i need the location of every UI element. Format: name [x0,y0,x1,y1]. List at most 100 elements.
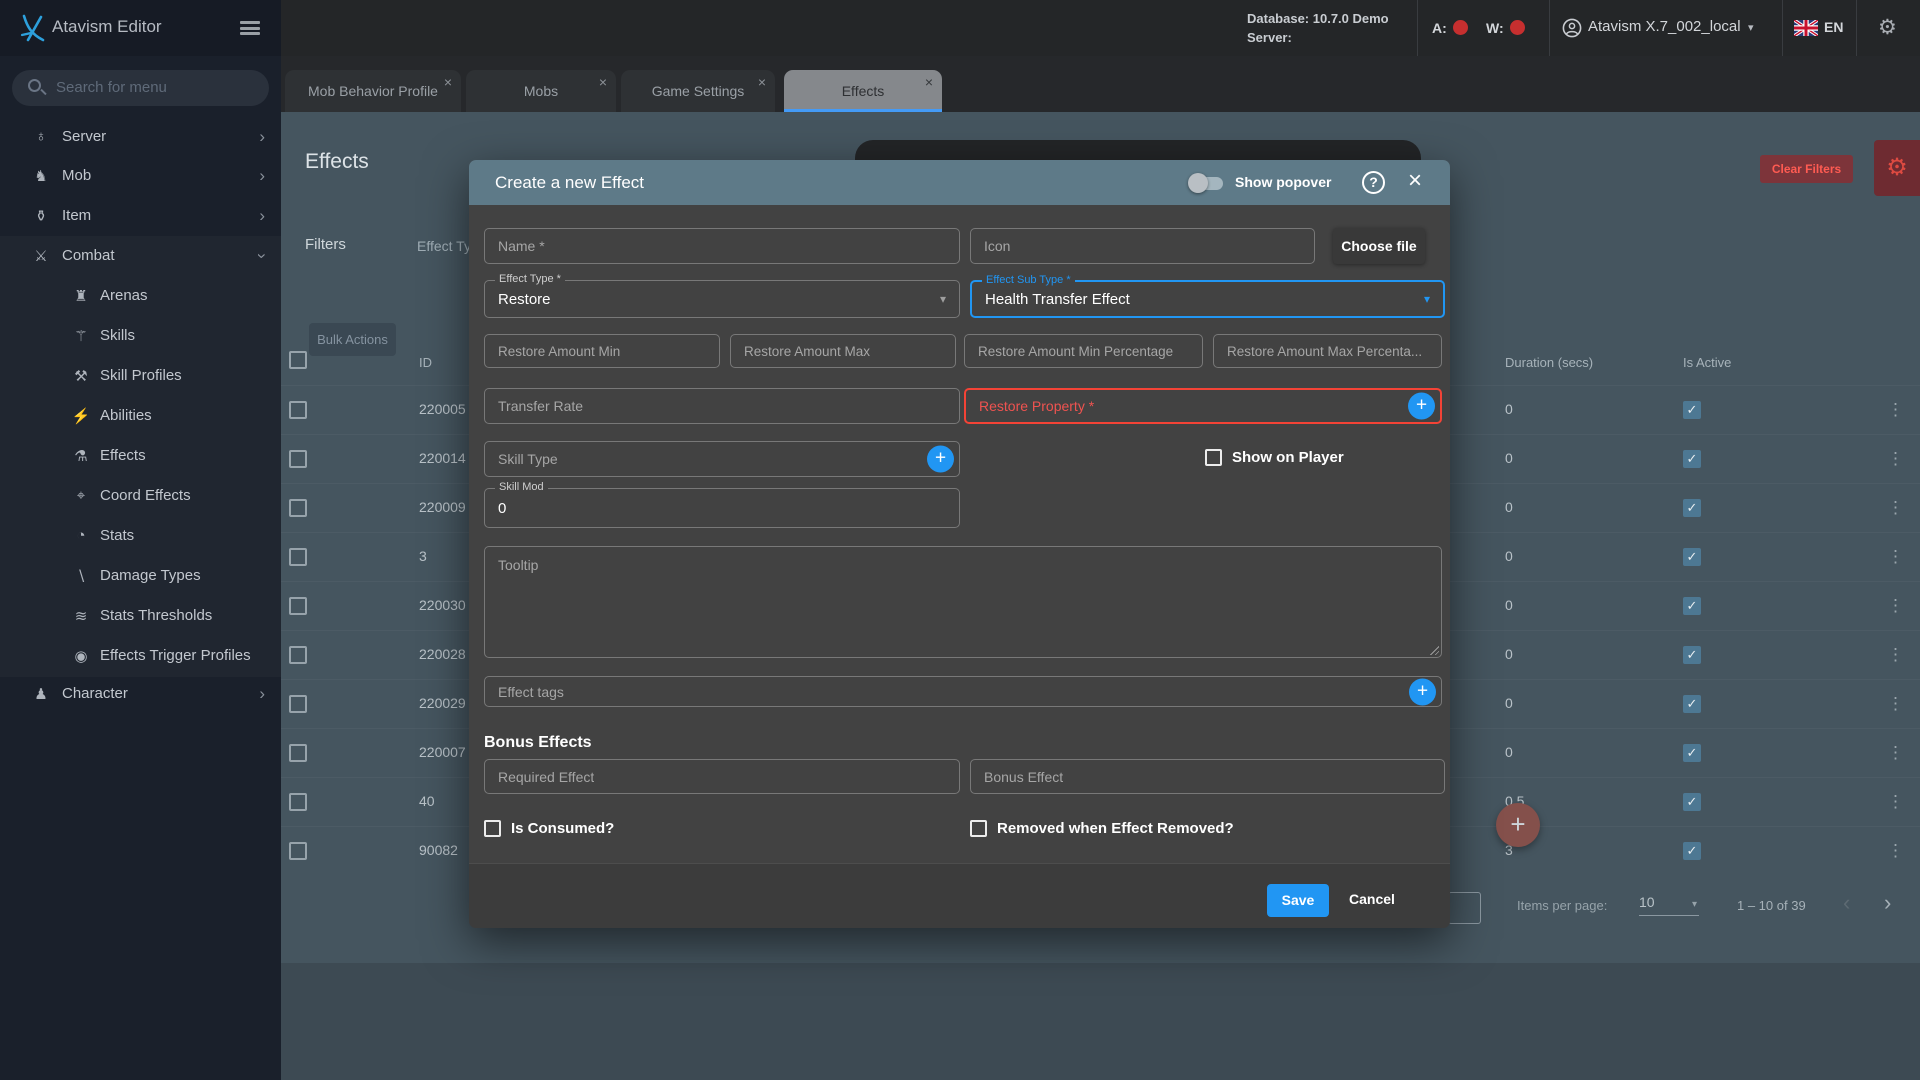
cancel-button[interactable]: Cancel [1349,891,1395,907]
close-icon[interactable]: × [444,74,452,90]
row-menu-icon[interactable]: ⋮ [1887,645,1904,665]
row-checkbox[interactable] [289,548,307,566]
save-button[interactable]: Save [1267,884,1329,917]
restore-amount-max-percentage-field[interactable]: Restore Amount Max Percenta... [1213,334,1442,368]
row-checkbox[interactable] [289,744,307,762]
sidebar-item-stats-thresholds[interactable]: ≋ Stats Thresholds [0,597,281,637]
sidebar-item-abilities[interactable]: ⚡ Abilities [0,397,281,437]
row-checkbox[interactable] [289,499,307,517]
hamburger-menu-icon[interactable] [240,21,260,35]
close-icon[interactable]: × [599,74,607,90]
row-menu-icon[interactable]: ⋮ [1887,596,1904,616]
help-icon[interactable]: ? [1362,171,1385,194]
row-menu-icon[interactable]: ⋮ [1887,743,1904,763]
sidebar-item-damage-types[interactable]: ∖ Damage Types [0,557,281,597]
is-active-checkbox[interactable]: ✓ [1683,499,1701,517]
row-checkbox[interactable] [289,401,307,419]
tab-mob-behavior-profile[interactable]: Mob Behavior Profile × [285,70,461,112]
uk-flag-icon[interactable] [1794,20,1818,36]
restore-amount-max-field[interactable]: Restore Amount Max [730,334,956,368]
page-input-box[interactable] [1448,892,1481,924]
sidebar-item-stats[interactable]: ◔ Stats [0,517,281,557]
effect-sub-type-select[interactable]: Effect Sub Type * Health Transfer Effect… [970,274,1445,318]
clear-filters-button[interactable]: Clear Filters [1760,155,1853,183]
icon-field[interactable]: Icon [970,228,1315,264]
add-restore-property-button[interactable]: + [1408,392,1435,420]
row-menu-icon[interactable]: ⋮ [1887,498,1904,518]
sidebar-item-item[interactable]: ⚱ Item › [0,197,281,237]
row-menu-icon[interactable]: ⋮ [1887,841,1904,861]
chevron-down-icon[interactable]: ▾ [1748,21,1754,34]
is-active-checkbox[interactable]: ✓ [1683,450,1701,468]
is-active-checkbox[interactable]: ✓ [1683,548,1701,566]
tab-game-settings[interactable]: Game Settings × [621,70,775,112]
sidebar-item-server[interactable]: ♁ Server › [0,118,281,158]
sidebar-item-effects-trigger-profiles[interactable]: ◉ Effects Trigger Profiles [0,637,281,677]
resize-handle[interactable] [1429,645,1439,655]
required-effect-field[interactable]: Required Effect [484,759,960,794]
transfer-rate-field[interactable]: Transfer Rate [484,388,960,424]
is-active-checkbox[interactable]: ✓ [1683,597,1701,615]
skill-type-field[interactable]: Skill Type + [484,441,960,477]
add-effect-fab[interactable]: + [1496,803,1540,847]
sidebar-search-input[interactable]: Search for menu [12,70,269,106]
sidebar-item-coord-effects[interactable]: ⌖ Coord Effects [0,477,281,517]
sidebar-item-skills[interactable]: ⚚ Skills [0,317,281,357]
row-menu-icon[interactable]: ⋮ [1887,547,1904,567]
row-checkbox[interactable] [289,597,307,615]
select-all-checkbox[interactable] [289,351,307,369]
row-menu-icon[interactable]: ⋮ [1887,400,1904,420]
row-checkbox[interactable] [289,646,307,664]
row-menu-icon[interactable]: ⋮ [1887,694,1904,714]
is-active-checkbox[interactable]: ✓ [1683,744,1701,762]
sidebar-item-mob[interactable]: ♞ Mob › [0,157,281,197]
is-consumed-checkbox[interactable] [484,820,501,837]
flask-icon: ⚗ [74,448,88,465]
is-active-checkbox[interactable]: ✓ [1683,646,1701,664]
effect-type-select[interactable]: Effect Type * Restore ▾ [484,273,960,318]
previous-page-button[interactable]: ‹ [1843,890,1850,916]
is-active-checkbox[interactable]: ✓ [1683,793,1701,811]
row-checkbox[interactable] [289,450,307,468]
is-active-checkbox[interactable]: ✓ [1683,842,1701,860]
show-popover-toggle[interactable] [1188,173,1225,193]
restore-amount-min-percentage-field[interactable]: Restore Amount Min Percentage [964,334,1203,368]
tab-effects[interactable]: Effects × [784,70,942,112]
sidebar-item-effects[interactable]: ⚗ Effects [0,437,281,477]
row-checkbox[interactable] [289,842,307,860]
choose-file-button[interactable]: Choose file [1333,228,1425,264]
skill-mod-field[interactable]: Skill Mod 0 [484,481,960,528]
effect-tags-field[interactable]: Effect tags + [484,676,1442,707]
row-checkbox[interactable] [289,793,307,811]
sidebar-item-arenas[interactable]: ♜ Arenas [0,277,281,317]
add-skill-type-button[interactable]: + [927,445,954,473]
row-checkbox[interactable] [289,695,307,713]
page-size-select[interactable]: 10 ▾ [1639,894,1699,916]
account-selector[interactable]: Atavism X.7_002_local [1588,18,1741,35]
row-menu-icon[interactable]: ⋮ [1887,792,1904,812]
removed-when-effect-removed-checkbox[interactable] [970,820,987,837]
tooltip-textarea[interactable]: Tooltip [484,546,1442,658]
row-menu-icon[interactable]: ⋮ [1887,449,1904,469]
name-field[interactable]: Name * [484,228,960,264]
restore-property-field[interactable]: Restore Property * + [964,388,1442,424]
close-icon[interactable]: × [758,74,766,90]
language-label[interactable]: EN [1824,19,1843,35]
create-effect-modal: Create a new Effect Show popover ? × Nam… [469,160,1450,928]
chevron-right-icon: › [259,206,265,225]
tab-mobs[interactable]: Mobs × [466,70,616,112]
add-effect-tag-button[interactable]: + [1409,678,1436,705]
restore-amount-min-field[interactable]: Restore Amount Min [484,334,720,368]
next-page-button[interactable]: › [1884,890,1891,916]
table-settings-button[interactable]: ⚙ [1874,140,1920,196]
is-active-checkbox[interactable]: ✓ [1683,695,1701,713]
close-icon[interactable]: × [925,74,933,90]
sidebar-item-skill-profiles[interactable]: ⚒ Skill Profiles [0,357,281,397]
sidebar-item-character[interactable]: ♟ Character › [0,675,281,715]
bonus-effect-field[interactable]: Bonus Effect [970,759,1445,794]
sidebar-item-combat[interactable]: ⚔ Combat › [0,237,281,277]
is-active-checkbox[interactable]: ✓ [1683,401,1701,419]
show-on-player-checkbox[interactable] [1205,449,1222,466]
settings-gear-icon[interactable]: ⚙ [1878,15,1897,40]
close-icon[interactable]: × [1402,167,1428,195]
